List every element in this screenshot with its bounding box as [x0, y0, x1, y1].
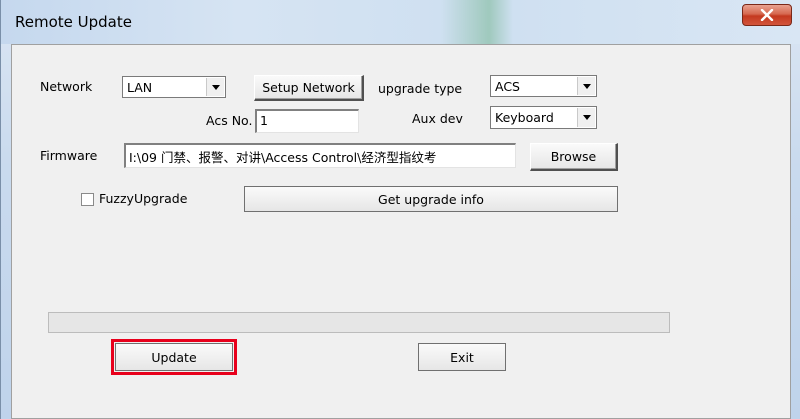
remote-update-window: Remote Update Network LAN Setup Network … [0, 0, 800, 419]
get-upgrade-info-button[interactable]: Get upgrade info [244, 186, 618, 212]
firmware-label: Firmware [40, 148, 98, 163]
firmware-path-value: I:\09 门禁、报警、对讲\Access Control\经济型指纹考 [129, 150, 437, 165]
acs-no-input[interactable]: 1 [255, 109, 359, 133]
network-select[interactable]: LAN [122, 76, 226, 98]
close-x-icon [760, 9, 774, 21]
fuzzy-upgrade-label[interactable]: FuzzyUpgrade [99, 191, 187, 206]
upgrade-type-select-value: ACS [495, 79, 520, 94]
aux-dev-label: Aux dev [412, 111, 463, 126]
network-label: Network [40, 79, 93, 94]
chevron-down-icon[interactable] [577, 77, 595, 95]
update-button-highlight [111, 339, 237, 375]
window-title: Remote Update [15, 13, 132, 31]
firmware-path-input[interactable]: I:\09 门禁、报警、对讲\Access Control\经济型指纹考 [124, 143, 516, 168]
dialog-client-area: Network LAN Setup Network upgrade type A… [11, 44, 791, 419]
exit-button[interactable]: Exit [418, 343, 506, 371]
fuzzy-upgrade-checkbox[interactable] [81, 193, 94, 206]
chevron-down-icon[interactable] [577, 108, 595, 127]
aux-dev-select[interactable]: Keyboard [490, 106, 597, 129]
acs-no-label: Acs No. [206, 113, 253, 128]
network-select-value: LAN [127, 80, 153, 95]
acs-no-input-value: 1 [260, 113, 268, 128]
aux-dev-select-value: Keyboard [495, 110, 554, 125]
upgrade-type-select[interactable]: ACS [490, 75, 597, 97]
upgrade-progress-bar [48, 312, 670, 333]
title-bar[interactable]: Remote Update [1, 0, 800, 44]
upgrade-type-label: upgrade type [378, 81, 463, 96]
close-button[interactable] [742, 4, 792, 26]
browse-button[interactable]: Browse [530, 143, 618, 171]
setup-network-button[interactable]: Setup Network [254, 75, 364, 101]
chevron-down-icon[interactable] [206, 78, 224, 96]
